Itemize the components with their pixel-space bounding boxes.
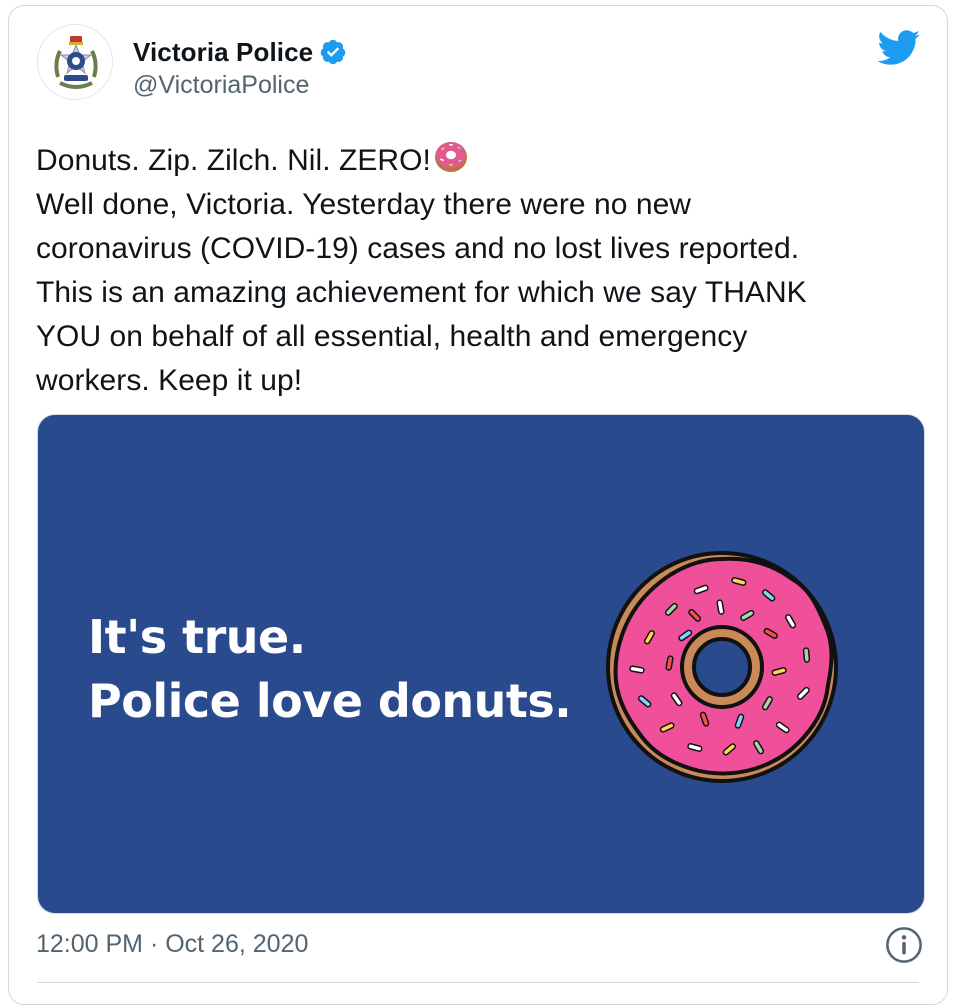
tweet-text: Donuts. Zip. Zilch. Nil. ZERO! Well done… [36,138,936,403]
tweet-timestamp[interactable]: 12:00 PM · Oct 26, 2020 [36,930,308,959]
media-caption-line-2: Police love donuts. [88,674,572,728]
twitter-bird-icon[interactable] [877,30,921,66]
handle[interactable]: @VictoriaPolice [133,71,347,100]
display-name-row: Victoria Police [133,36,347,68]
tweet-line: This is an amazing achievement for which… [36,276,807,309]
donut-emoji-icon [434,142,467,172]
avatar[interactable] [37,24,113,100]
media-caption-line-1: It's true. [88,610,306,664]
tweet-line: coronavirus (COVID-19) cases and no lost… [36,232,800,265]
tweet-media-image[interactable]: It's true. Police love donuts. [37,414,925,914]
victoria-police-badge-icon [39,26,112,99]
verified-badge-icon [320,39,346,65]
media-caption: It's true. Police love donuts. [88,605,572,733]
display-name[interactable]: Victoria Police [133,37,313,68]
tweet-line-text: Donuts. Zip. Zilch. Nil. ZERO! [36,144,431,177]
footer-divider [37,982,919,983]
tweet-line: YOU on behalf of all essential, health a… [36,320,748,353]
tweet-line: Well done, Victoria. Yesterday there wer… [36,188,692,221]
tweet-line: workers. Keep it up! [36,364,303,397]
tweet-line: Donuts. Zip. Zilch. Nil. ZERO! [36,138,936,183]
tweet-card: Victoria Police @VictoriaPolice Donuts. … [8,5,948,1005]
author-block: Victoria Police @VictoriaPolice [133,36,347,100]
donut-graphic [606,551,838,783]
info-icon[interactable] [885,926,923,964]
